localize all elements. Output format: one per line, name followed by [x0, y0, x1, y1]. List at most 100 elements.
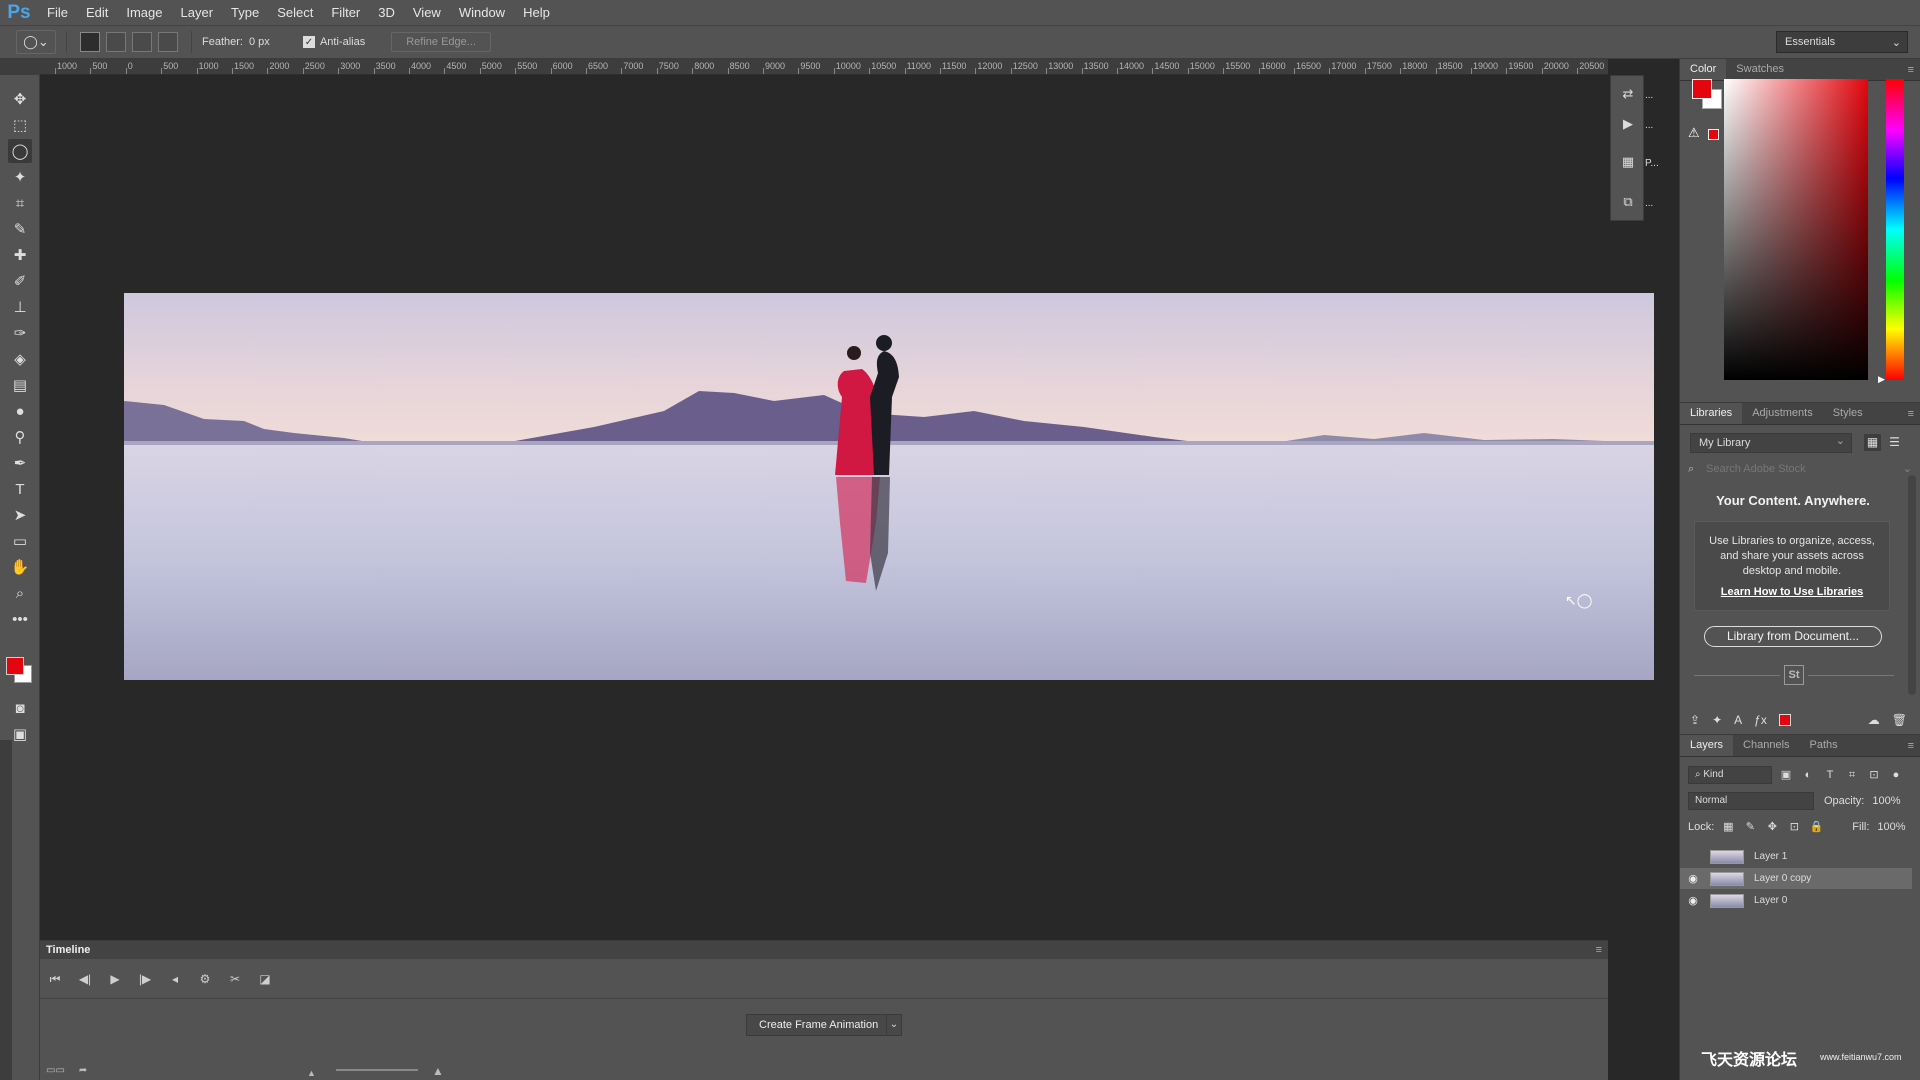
new-selection-button[interactable]	[80, 32, 100, 52]
tab-color[interactable]: Color	[1680, 59, 1727, 80]
fill-value[interactable]: 100%	[1877, 821, 1905, 833]
tab-styles[interactable]: Styles	[1823, 403, 1873, 424]
intersect-selection-button[interactable]	[158, 32, 178, 52]
transition-icon[interactable]: ◪	[256, 970, 274, 988]
trash-icon[interactable]: 🗑	[1892, 713, 1907, 727]
crop-tool[interactable]: ⌗	[8, 191, 32, 215]
upload-icon[interactable]: ⇪	[1690, 713, 1700, 727]
type-filter-icon[interactable]: T	[1822, 767, 1838, 783]
rectangle-tool[interactable]: ▭	[8, 529, 32, 553]
filter-toggle-icon[interactable]: ●	[1888, 767, 1904, 783]
menu-image[interactable]: Image	[117, 0, 171, 25]
antialias-checkbox[interactable]: ✓	[302, 36, 315, 48]
brush-tool[interactable]: ✐	[8, 269, 32, 293]
menu-3d[interactable]: 3D	[369, 0, 404, 25]
foreground-color-swatch[interactable]	[6, 657, 24, 675]
lock-artboard-icon[interactable]: ⊡	[1786, 819, 1802, 835]
fx-icon[interactable]: ƒx	[1754, 713, 1767, 727]
lock-pixels-icon[interactable]: ✎	[1742, 819, 1758, 835]
grid-view-icon[interactable]: ▦	[1864, 434, 1881, 451]
lasso-tool[interactable]: ◯	[8, 139, 32, 163]
tab-channels[interactable]: Channels	[1733, 735, 1799, 756]
zoom-tool[interactable]: ⌕	[8, 581, 32, 605]
tab-libraries[interactable]: Libraries	[1680, 403, 1743, 424]
subtract-selection-button[interactable]	[132, 32, 152, 52]
menu-select[interactable]: Select	[268, 0, 322, 25]
menu-view[interactable]: View	[404, 0, 450, 25]
character-style-icon[interactable]: A	[1734, 713, 1742, 727]
workspace-select[interactable]: Essentials ⌄	[1776, 31, 1908, 53]
adjustment-filter-icon[interactable]: ◐	[1800, 767, 1816, 783]
hue-marker-icon[interactable]: ▶	[1878, 374, 1885, 385]
history-brush-tool[interactable]: ✑	[8, 321, 32, 345]
eye-icon[interactable]: ◉	[1680, 894, 1706, 907]
clone-source-panel-button[interactable]: ⧉	[1617, 192, 1639, 212]
refine-edge-button[interactable]: Refine Edge...	[391, 32, 491, 52]
menu-edit[interactable]: Edit	[77, 0, 117, 25]
tab-layers[interactable]: Layers	[1680, 735, 1734, 756]
smart-object-filter-icon[interactable]: ⊡	[1866, 767, 1882, 783]
blend-mode-select[interactable]: Normal	[1688, 792, 1814, 810]
filter-kind-select[interactable]: ⌕ Kind	[1688, 766, 1772, 784]
sync-icon[interactable]: ☁	[1868, 713, 1880, 727]
stock-search-input[interactable]: ⌕ Search Adobe Stock ⌄	[1688, 460, 1914, 478]
chevron-down-icon[interactable]: ⌄	[886, 1014, 902, 1036]
quick-mask-button[interactable]: ◙	[8, 696, 32, 720]
lock-position-icon[interactable]: ✥	[1764, 819, 1780, 835]
color-fg-swatch[interactable]	[1692, 79, 1712, 99]
eyedropper-tool[interactable]: ✎	[8, 217, 32, 241]
lock-all-icon[interactable]: 🔒	[1808, 819, 1824, 835]
hand-tool[interactable]: ✋	[8, 555, 32, 579]
properties-panel-button[interactable]: ▦	[1617, 152, 1639, 172]
settings-gear-icon[interactable]: ⚙	[196, 970, 214, 988]
library-select[interactable]: My Library	[1690, 432, 1852, 453]
libraries-scrollbar[interactable]	[1908, 475, 1916, 695]
lock-transparency-icon[interactable]: ▦	[1720, 819, 1736, 835]
tab-swatches[interactable]: Swatches	[1726, 59, 1794, 80]
clone-stamp-tool[interactable]: ⊥	[8, 295, 32, 319]
create-frame-animation-button[interactable]: Create Frame Animation	[746, 1014, 892, 1036]
magic-wand-tool[interactable]: ✦	[8, 165, 32, 189]
library-from-document-button[interactable]: Library from Document...	[1704, 626, 1882, 647]
timeline-zoom-slider[interactable]	[336, 1069, 418, 1071]
hue-slider[interactable]	[1886, 79, 1904, 380]
type-tool[interactable]: T	[8, 477, 32, 501]
healing-brush-tool[interactable]: ✚	[8, 243, 32, 267]
play-icon[interactable]: ▶	[106, 970, 124, 988]
render-video-icon[interactable]: ➦	[79, 1065, 87, 1076]
menu-file[interactable]: File	[38, 0, 77, 25]
layer-style-icon[interactable]: ✦	[1712, 713, 1722, 727]
shape-filter-icon[interactable]: ⌗	[1844, 767, 1860, 783]
history-panel-button[interactable]: ⇄	[1617, 84, 1639, 104]
zoom-in-icon[interactable]: ▲	[432, 1064, 444, 1078]
move-tool[interactable]: ✥	[8, 87, 32, 111]
document-image[interactable]	[124, 293, 1654, 680]
panel-menu-icon[interactable]: ≡	[1908, 740, 1914, 752]
add-color-icon[interactable]	[1778, 714, 1791, 726]
eye-icon[interactable]: ◉	[1680, 872, 1706, 885]
audio-icon[interactable]: ◂	[166, 970, 184, 988]
menu-window[interactable]: Window	[450, 0, 514, 25]
actions-panel-button[interactable]: ▶	[1617, 114, 1639, 134]
split-scissors-icon[interactable]: ✂	[226, 970, 244, 988]
blur-tool[interactable]: ●	[8, 399, 32, 423]
adobe-stock-icon[interactable]: St	[1784, 665, 1804, 685]
feather-input[interactable]	[248, 32, 303, 52]
learn-libraries-link[interactable]: Learn How to Use Libraries	[1695, 585, 1889, 600]
vertical-ruler[interactable]	[0, 740, 12, 1080]
opacity-value[interactable]: 100%	[1872, 795, 1900, 807]
gradient-tool[interactable]: ▤	[8, 373, 32, 397]
pixel-filter-icon[interactable]: ▣	[1778, 767, 1794, 783]
zoom-out-icon[interactable]: ▲	[307, 1068, 316, 1078]
layer-row[interactable]: ◉ Layer 0	[1680, 890, 1912, 911]
pen-tool[interactable]: ✒	[8, 451, 32, 475]
panel-menu-icon[interactable]: ≡	[1596, 944, 1602, 956]
tab-adjustments[interactable]: Adjustments	[1742, 403, 1823, 424]
marquee-tool[interactable]: ⬚	[8, 113, 32, 137]
dodge-tool[interactable]: ⚲	[8, 425, 32, 449]
add-selection-button[interactable]	[106, 32, 126, 52]
menu-filter[interactable]: Filter	[322, 0, 369, 25]
next-frame-icon[interactable]: |▶	[136, 970, 154, 988]
menu-type[interactable]: Type	[222, 0, 268, 25]
color-field[interactable]	[1724, 79, 1868, 380]
